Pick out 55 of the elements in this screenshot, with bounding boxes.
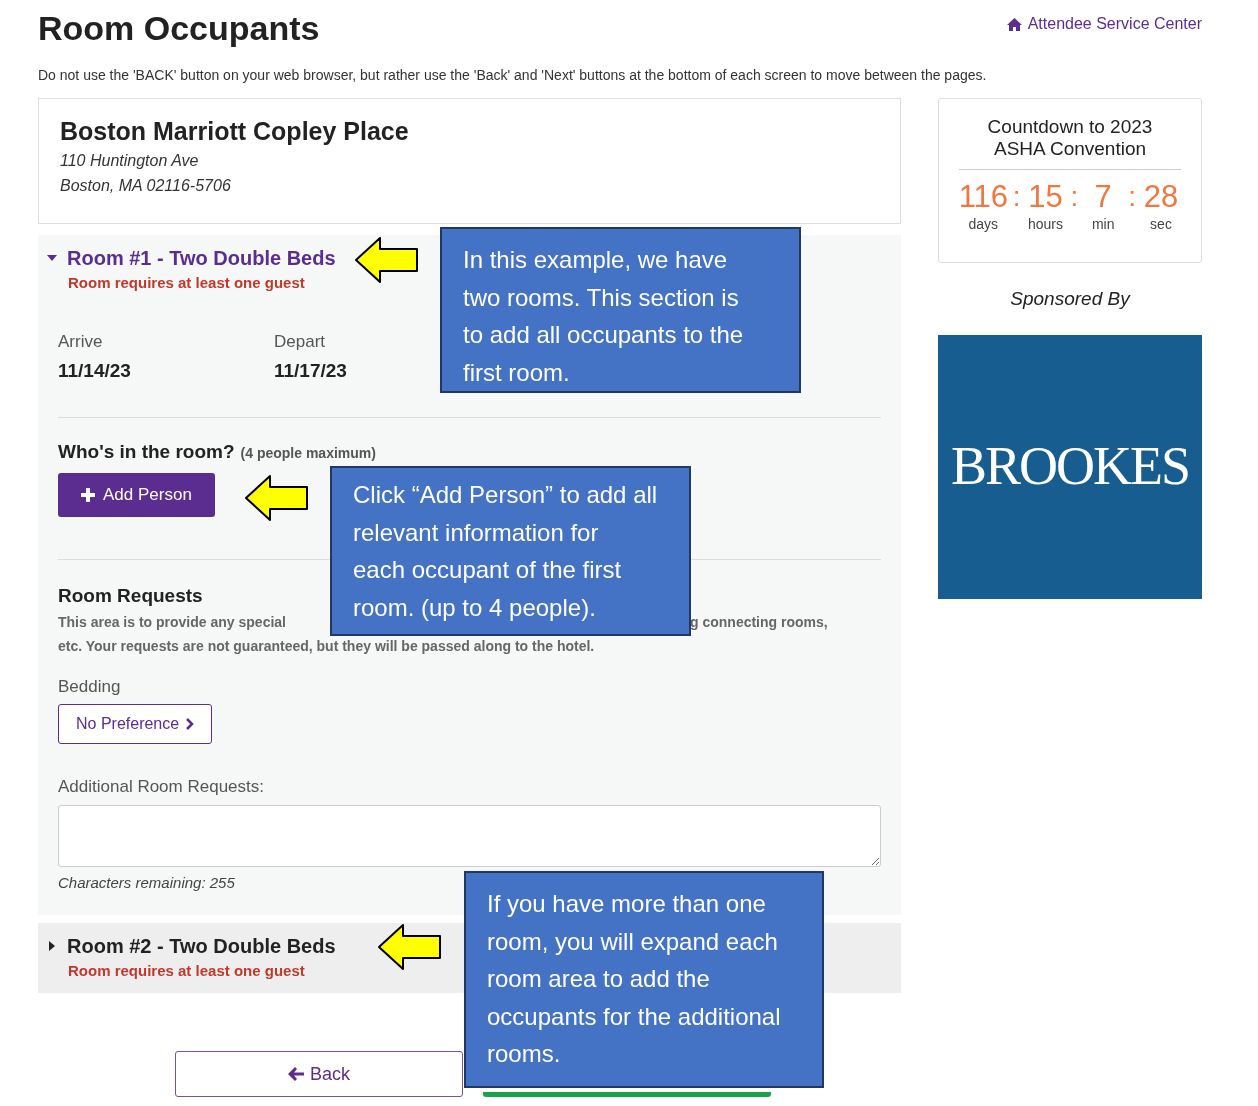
date-label: Depart [274, 331, 326, 353]
back-button[interactable]: Back [175, 1051, 463, 1097]
add-person-button[interactable]: Add Person [58, 473, 215, 517]
arrow-left-icon [288, 1067, 304, 1081]
sponsor-heading: Sponsored By [1009, 287, 1132, 311]
bedding-label: Bedding [58, 676, 121, 698]
hotel-address: 110 Huntington Ave [60, 151, 199, 171]
arrow-icon [377, 923, 443, 971]
requests-description: This area is to provide any special [58, 613, 286, 632]
countdown-value: 7 [1094, 180, 1112, 214]
arrow-icon [244, 474, 310, 522]
countdown-title: Countdown to 2023 [986, 116, 1154, 138]
callout-note: If you have more than one room, you will expand each room area to add the occupants for the additional rooms. [464, 871, 824, 1088]
additional-requests-label: Additional Room Requests: [58, 776, 264, 798]
hotel-address: Boston, MA 02116-5706 [60, 176, 231, 196]
next-button[interactable] [483, 1092, 771, 1097]
countdown-unit: hours [1027, 215, 1063, 234]
occupants-note: (4 people maximum) [240, 444, 376, 463]
countdown-separator: : [1069, 180, 1080, 214]
countdown-separator: : [1127, 180, 1137, 214]
room-toggle[interactable]: Room #2 - Two Double Beds [47, 933, 336, 959]
room-warning: Room requires at least one guest [68, 273, 305, 293]
additional-requests-field[interactable] [58, 805, 881, 867]
room-warning: Room requires at least one guest [68, 961, 305, 981]
characters-remaining: Characters remaining: 255 [58, 873, 235, 893]
countdown-unit: days [968, 215, 999, 234]
plus-icon [81, 488, 95, 502]
countdown-title: ASHA Convention [992, 138, 1148, 160]
callout-note: In this example, we have two rooms. This section is to add all occupants to the first room. [440, 227, 801, 393]
sponsor-logo: BROOKES [938, 334, 1202, 599]
countdown-unit: sec [1150, 215, 1172, 234]
countdown-value: 28 [1143, 180, 1179, 214]
countdown-value: 15 [1028, 180, 1063, 214]
date-value: 11/17/23 [274, 359, 347, 383]
arrow-icon [354, 236, 420, 284]
home-icon [1006, 17, 1022, 31]
requests-description: etc. Your requests are not guaranteed, but they will be passed along to the hotel. [58, 637, 595, 656]
date-value: 11/14/23 [58, 359, 131, 383]
caret-icon [47, 941, 57, 951]
countdown-value: 116 [958, 180, 1009, 214]
countdown-unit: min [1091, 215, 1115, 234]
notice-text: Do not use the 'BACK' button on your web browser, but rather use the 'Back' and 'Next' buttons at the bottom of each screen to move between the pages. [38, 66, 987, 84]
bedding-select[interactable]: No Preference [58, 704, 213, 744]
countdown-separator: : [1011, 180, 1022, 214]
caret-icon [47, 253, 57, 263]
callout-note: Click “Add Person” to add all relevant information for each occupant of the first room. (up to 4 people). [330, 466, 691, 636]
room-toggle[interactable]: Room #1 - Two Double Beds [47, 245, 336, 271]
room-requests-heading: Room Requests [58, 584, 203, 608]
chevron-right-icon [185, 718, 195, 730]
occupants-heading: Who's in the room? [58, 440, 235, 464]
hotel-name: Boston Marriott Copley Place [60, 116, 409, 147]
attendee-service-link[interactable]: Attendee Service Center [1006, 12, 1202, 36]
requests-description: g connecting rooms, [690, 613, 829, 632]
page-title: Room Occupants [38, 8, 320, 48]
date-label: Arrive [58, 331, 103, 353]
